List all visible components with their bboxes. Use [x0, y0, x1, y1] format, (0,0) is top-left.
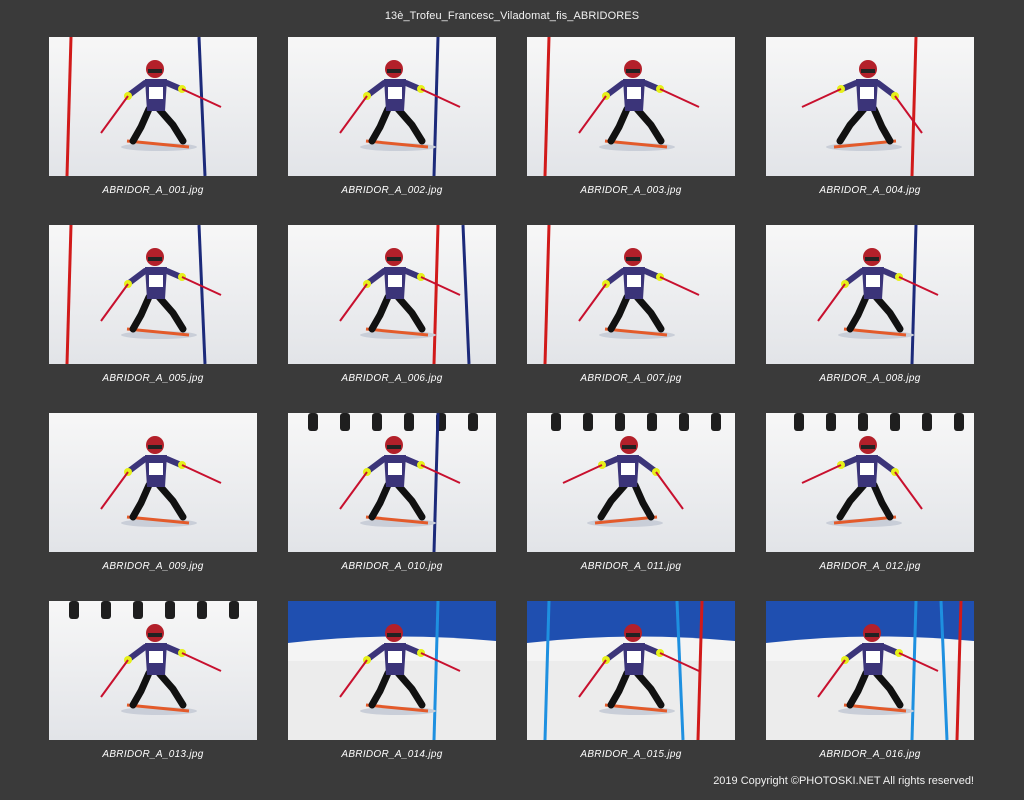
photo-tile[interactable]: ABRIDOR_A_007.jpg: [527, 225, 735, 413]
photo-thumbnail[interactable]: [766, 225, 974, 364]
photo-thumbnail[interactable]: [288, 37, 496, 176]
skier-photo-image: [49, 37, 257, 176]
photo-tile[interactable]: ABRIDOR_A_006.jpg: [288, 225, 496, 413]
photo-thumbnail[interactable]: [527, 601, 735, 740]
contact-sheet-grid: ABRIDOR_A_001.jpg ABRIDOR_A_002.jpg ABRIDO…: [49, 37, 974, 789]
photo-tile[interactable]: ABRIDOR_A_008.jpg: [766, 225, 974, 413]
skier-photo-image: [49, 601, 257, 740]
skier-photo-image: [766, 413, 974, 552]
skier-photo-image: [49, 225, 257, 364]
photo-thumbnail[interactable]: [766, 601, 974, 740]
photo-filename: ABRIDOR_A_010.jpg: [341, 561, 443, 572]
photo-thumbnail[interactable]: [49, 413, 257, 552]
photo-tile[interactable]: ABRIDOR_A_001.jpg: [49, 37, 257, 225]
photo-thumbnail[interactable]: [49, 225, 257, 364]
photo-thumbnail[interactable]: [288, 413, 496, 552]
photo-thumbnail[interactable]: [527, 225, 735, 364]
photo-filename: ABRIDOR_A_014.jpg: [341, 749, 443, 760]
photo-tile[interactable]: ABRIDOR_A_003.jpg: [527, 37, 735, 225]
photo-thumbnail[interactable]: [49, 37, 257, 176]
skier-photo-image: [527, 413, 735, 552]
photo-tile[interactable]: ABRIDOR_A_002.jpg: [288, 37, 496, 225]
photo-thumbnail[interactable]: [288, 225, 496, 364]
photo-filename: ABRIDOR_A_009.jpg: [102, 561, 204, 572]
skier-photo-image: [766, 37, 974, 176]
photo-thumbnail[interactable]: [288, 601, 496, 740]
skier-photo-image: [288, 413, 496, 552]
photo-tile[interactable]: ABRIDOR_A_013.jpg: [49, 601, 257, 789]
skier-photo-image: [288, 37, 496, 176]
photo-tile[interactable]: ABRIDOR_A_012.jpg: [766, 413, 974, 601]
photo-tile[interactable]: ABRIDOR_A_005.jpg: [49, 225, 257, 413]
skier-photo-image: [288, 601, 496, 740]
photo-filename: ABRIDOR_A_006.jpg: [341, 373, 443, 384]
skier-photo-image: [766, 601, 974, 740]
photo-tile[interactable]: ABRIDOR_A_011.jpg: [527, 413, 735, 601]
skier-photo-image: [527, 37, 735, 176]
photo-filename: ABRIDOR_A_012.jpg: [819, 561, 921, 572]
photo-filename: ABRIDOR_A_001.jpg: [102, 185, 204, 196]
photo-filename: ABRIDOR_A_008.jpg: [819, 373, 921, 384]
photo-filename: ABRIDOR_A_011.jpg: [580, 561, 682, 572]
skier-photo-image: [49, 413, 257, 552]
photo-tile[interactable]: ABRIDOR_A_014.jpg: [288, 601, 496, 789]
photo-filename: ABRIDOR_A_004.jpg: [819, 185, 921, 196]
photo-thumbnail[interactable]: [766, 413, 974, 552]
photo-tile[interactable]: ABRIDOR_A_015.jpg: [527, 601, 735, 789]
photo-thumbnail[interactable]: [49, 601, 257, 740]
photo-tile[interactable]: ABRIDOR_A_009.jpg: [49, 413, 257, 601]
photo-thumbnail[interactable]: [527, 413, 735, 552]
photo-filename: ABRIDOR_A_016.jpg: [819, 749, 921, 760]
photo-tile[interactable]: ABRIDOR_A_010.jpg: [288, 413, 496, 601]
photo-filename: ABRIDOR_A_015.jpg: [580, 749, 682, 760]
photo-filename: ABRIDOR_A_003.jpg: [580, 185, 682, 196]
photo-filename: ABRIDOR_A_007.jpg: [580, 373, 682, 384]
photo-tile[interactable]: ABRIDOR_A_004.jpg: [766, 37, 974, 225]
photo-thumbnail[interactable]: [527, 37, 735, 176]
photo-filename: ABRIDOR_A_005.jpg: [102, 373, 204, 384]
skier-photo-image: [527, 225, 735, 364]
skier-photo-image: [527, 601, 735, 740]
photo-thumbnail[interactable]: [766, 37, 974, 176]
skier-photo-image: [766, 225, 974, 364]
photo-filename: ABRIDOR_A_002.jpg: [341, 185, 443, 196]
photo-tile[interactable]: ABRIDOR_A_016.jpg: [766, 601, 974, 789]
photo-filename: ABRIDOR_A_013.jpg: [102, 749, 204, 760]
page-title: 13è_Trofeu_Francesc_Viladomat_fis_ABRIDO…: [384, 10, 640, 22]
copyright-notice: 2019 Copyright ©PHOTOSKI.NET All rights …: [713, 775, 974, 787]
skier-photo-image: [288, 225, 496, 364]
